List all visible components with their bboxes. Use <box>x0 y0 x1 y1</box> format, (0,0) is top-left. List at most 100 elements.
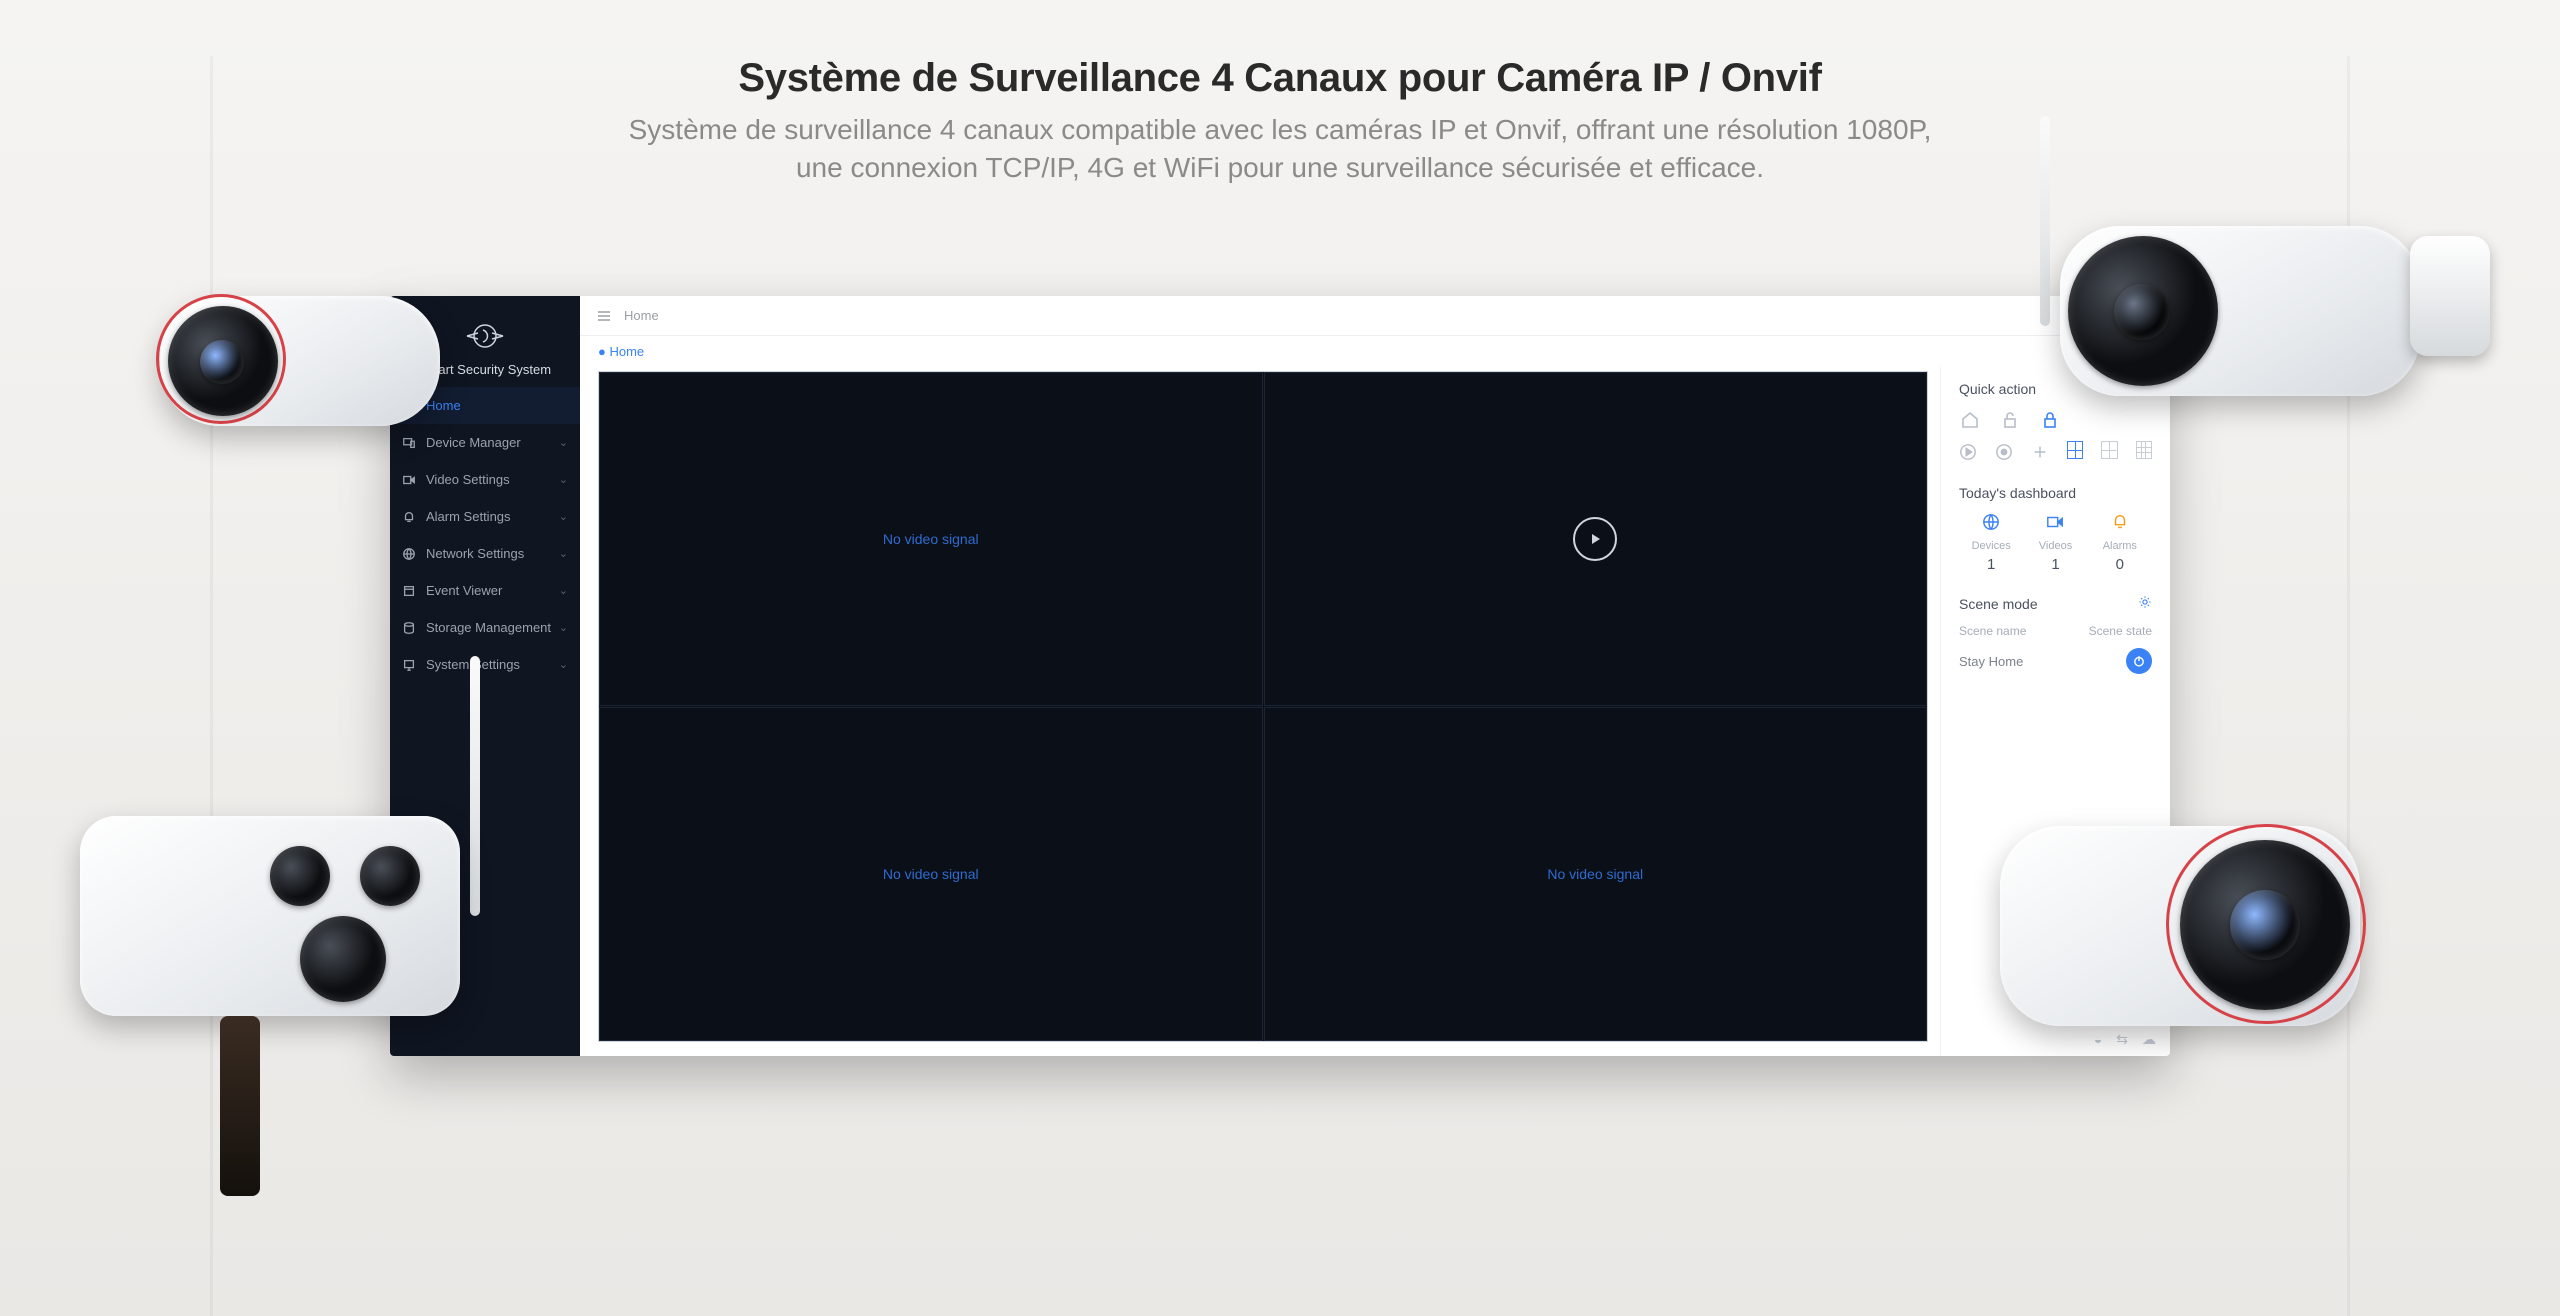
dashboard-card-value: 1 <box>2023 556 2087 573</box>
video-icon <box>402 473 416 487</box>
scene-col-name: Scene name <box>1959 624 2089 638</box>
storage-icon <box>402 621 416 635</box>
sidebar-item-system-settings[interactable]: System Settings ⌄ <box>390 646 580 683</box>
sidebar-item-device-manager[interactable]: Device Manager ⌄ <box>390 424 580 461</box>
sidebar-item-label: Home <box>426 398 461 413</box>
no-signal-label: No video signal <box>883 531 979 547</box>
play-icon[interactable] <box>1573 517 1617 561</box>
dashboard-card-value: 1 <box>1959 556 2023 573</box>
chevron-down-icon: ⌄ <box>559 658 568 671</box>
videos-stat-icon <box>2023 513 2087 536</box>
video-cell-2[interactable] <box>1264 372 1928 706</box>
room-wall-line-right <box>2347 56 2350 1316</box>
scene-header-row: Scene name Scene state <box>1959 624 2152 638</box>
home-icon <box>402 399 416 413</box>
alarms-stat-icon <box>2088 513 2152 536</box>
dashboard-card-devices[interactable]: Devices 1 <box>1959 513 2023 573</box>
subtitle-line-2: une connexion TCP/IP, 4G et WiFi pour un… <box>796 152 1764 183</box>
topbar-crumb: Home <box>624 308 659 323</box>
video-cell-3[interactable]: No video signal <box>599 707 1263 1041</box>
devices-stat-icon <box>1959 513 2023 536</box>
breadcrumb-bullet: ● <box>598 344 606 359</box>
scene-name: Stay Home <box>1959 654 2126 669</box>
scene-col-state: Scene state <box>2089 624 2152 638</box>
alarm-icon <box>402 510 416 524</box>
sidebar-item-alarm-settings[interactable]: Alarm Settings ⌄ <box>390 498 580 535</box>
sidebar-item-network-settings[interactable]: Network Settings ⌄ <box>390 535 580 572</box>
scene-toggle-button[interactable] <box>2126 648 2152 674</box>
dashboard-title: Today's dashboard <box>1959 485 2152 501</box>
dashboard-card-label: Alarms <box>2088 540 2152 552</box>
page-title: Système de Surveillance 4 Canaux pour Ca… <box>0 56 2560 101</box>
scene-section: Scene mode Scene name Scene state Stay H… <box>1959 595 2152 674</box>
cloud-icon[interactable]: ☁ <box>2142 1031 2156 1048</box>
event-icon <box>402 584 416 598</box>
video-cell-4[interactable]: No video signal <box>1264 707 1928 1041</box>
footer-icons: ◒ ⇆ ☁ <box>2094 1031 2156 1048</box>
sidebar-item-label: System Settings <box>426 657 520 672</box>
plus-icon[interactable] <box>2031 441 2049 463</box>
topbar: Home <box>580 296 2170 336</box>
link-icon[interactable]: ⇆ <box>2116 1031 2128 1048</box>
dashboard-card-alarms[interactable]: Alarms 0 <box>2088 513 2152 573</box>
video-cell-1[interactable]: No video signal <box>599 372 1263 706</box>
lock-closed-icon[interactable] <box>2039 409 2061 431</box>
disk-icon[interactable]: ◒ <box>2094 1031 2102 1048</box>
dashboard-card-label: Videos <box>2023 540 2087 552</box>
dashboard-cards: Devices 1 Videos 1 <box>1959 513 2152 573</box>
room-wall-line-left <box>210 56 213 1316</box>
sidebar-item-label: Alarm Settings <box>426 509 511 524</box>
sidebar-item-video-settings[interactable]: Video Settings ⌄ <box>390 461 580 498</box>
dashboard-card-value: 0 <box>2088 556 2152 573</box>
scene-title: Scene mode <box>1959 595 2152 612</box>
quick-action-title: Quick action <box>1959 381 2152 397</box>
chevron-down-icon: ⌄ <box>559 621 568 634</box>
video-grid: No video signal No video signal No video… <box>598 371 1928 1042</box>
scene-row-stay-home: Stay Home <box>1959 648 2152 674</box>
dashboard-card-videos[interactable]: Videos 1 <box>2023 513 2087 573</box>
play-circle-icon[interactable] <box>1959 441 1977 463</box>
record-circle-icon[interactable] <box>1995 441 2013 463</box>
sidebar-item-storage-management[interactable]: Storage Management ⌄ <box>390 609 580 646</box>
network-icon <box>402 547 416 561</box>
gear-icon[interactable] <box>2138 595 2152 612</box>
expand-icon[interactable] <box>2138 306 2154 325</box>
chevron-down-icon: ⌄ <box>559 547 568 560</box>
chevron-down-icon: ⌄ <box>559 510 568 523</box>
hamburger-icon[interactable] <box>596 308 612 324</box>
sidebar-item-label: Video Settings <box>426 472 510 487</box>
layout-4-icon[interactable] <box>2067 441 2083 459</box>
devices-icon <box>402 436 416 450</box>
system-icon <box>402 658 416 672</box>
sidebar-item-label: Event Viewer <box>426 583 502 598</box>
no-signal-label: No video signal <box>1547 866 1643 882</box>
sidebar-item-event-viewer[interactable]: Event Viewer ⌄ <box>390 572 580 609</box>
home-outline-icon[interactable] <box>1959 409 1981 431</box>
sidebar-item-label: Network Settings <box>426 546 524 561</box>
brand-logo-icon <box>465 316 505 356</box>
dashboard-section: Today's dashboard Devices 1 <box>1959 485 2152 573</box>
app-window: Smart Security System Home Device Manage… <box>390 296 2170 1056</box>
quick-action-section: Quick action <box>1959 381 2152 463</box>
right-panel: Quick action <box>1940 367 2170 1056</box>
scene-title-text: Scene mode <box>1959 596 2038 612</box>
content-row: No video signal No video signal No video… <box>580 367 2170 1056</box>
layout-6-icon[interactable] <box>2101 441 2117 459</box>
sidebar-item-label: Storage Management <box>426 620 551 635</box>
breadcrumb-home[interactable]: Home <box>609 344 644 359</box>
sidebar-item-home[interactable]: Home <box>390 387 580 424</box>
lock-open-icon[interactable] <box>1999 409 2021 431</box>
brand-block: Smart Security System <box>390 296 580 387</box>
chevron-down-icon: ⌄ <box>559 584 568 597</box>
quick-action-row-1 <box>1959 409 2152 431</box>
layout-9-icon[interactable] <box>2136 441 2152 459</box>
sidebar: Smart Security System Home Device Manage… <box>390 296 580 1056</box>
dashboard-card-label: Devices <box>1959 540 2023 552</box>
breadcrumb: ● Home <box>580 336 2170 367</box>
page-subtitle: Système de surveillance 4 canaux compati… <box>0 111 2560 187</box>
no-signal-label: No video signal <box>883 866 979 882</box>
subtitle-line-1: Système de surveillance 4 canaux compati… <box>629 114 1932 145</box>
brand-name: Smart Security System <box>398 362 572 377</box>
chevron-down-icon: ⌄ <box>559 473 568 486</box>
sidebar-item-label: Device Manager <box>426 435 521 450</box>
